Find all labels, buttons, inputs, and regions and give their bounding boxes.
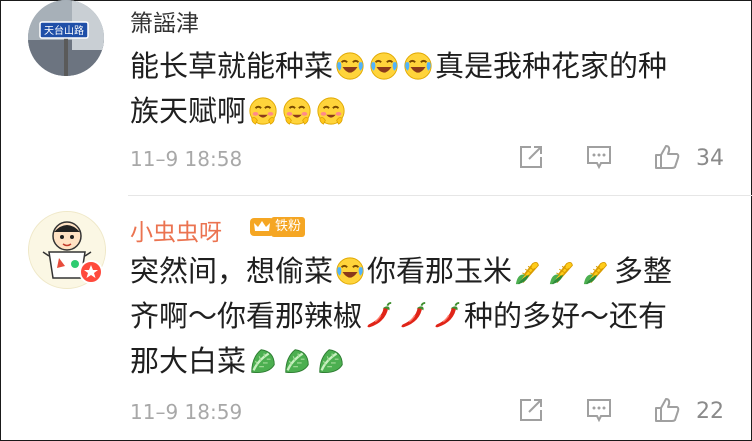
- laugh-cry-emoji: [403, 51, 433, 81]
- comment-text-segment: 能长草就能种菜: [130, 49, 334, 83]
- share-icon[interactable]: [517, 143, 545, 171]
- username[interactable]: 箫謡津: [130, 4, 199, 38]
- comment-line: 能长草就能种菜 真是我种花家的种: [130, 44, 730, 89]
- comment-text-segment: 那大白菜: [130, 344, 247, 378]
- verified-badge-icon: [79, 260, 103, 284]
- avatar[interactable]: 天台山路: [28, 0, 104, 76]
- comment-text-segment: 齐啊～你看那辣椒: [130, 299, 363, 333]
- corn-emoji: [514, 256, 544, 286]
- comment-text: 突然间，想偷菜 你看那玉米 多整 齐啊～你看那辣椒 种的多好～还有 那大白菜: [130, 249, 730, 384]
- share-icon[interactable]: [517, 396, 545, 424]
- laugh-cry-emoji: [369, 51, 399, 81]
- cabbage-emoji: [282, 346, 312, 376]
- corn-emoji: [582, 256, 612, 286]
- comment-text-segment: 突然间，想偷菜: [130, 254, 334, 288]
- comment-line: 突然间，想偷菜 你看那玉米 多整: [130, 249, 730, 294]
- laugh-cry-emoji: [335, 256, 365, 286]
- corn-emoji: [548, 256, 578, 286]
- reply-icon[interactable]: [585, 143, 613, 171]
- blush-emoji: [248, 96, 278, 126]
- comment-text: 能长草就能种菜 真是我种花家的种 族天赋啊: [130, 44, 730, 134]
- comment-text-segment: 真是我种花家的种: [435, 49, 668, 83]
- fan-badge-group[interactable]: 铁粉: [249, 214, 306, 240]
- comment-text-segment: 你看那玉米: [367, 254, 513, 288]
- like-count: 34: [696, 146, 724, 171]
- like-icon[interactable]: [653, 143, 681, 171]
- cabbage-emoji: [248, 346, 278, 376]
- comment-line: 齐啊～你看那辣椒 种的多好～还有: [130, 294, 730, 339]
- username[interactable]: 小虫虫呀: [130, 213, 222, 247]
- street-sign-photo-avatar: 天台山路: [28, 0, 104, 76]
- cabbage-emoji: [316, 346, 346, 376]
- fan-badge: 铁粉: [271, 217, 306, 237]
- comment-line: 那大白菜: [130, 339, 730, 384]
- laugh-cry-emoji: [335, 51, 365, 81]
- timestamp: 11–9 18:59: [130, 400, 243, 424]
- comment-item: 天台山路 箫謡津 能长草就能种菜 真是我种花家的种 族天赋啊 11–9 18:58…: [0, 0, 752, 196]
- like-icon[interactable]: [653, 396, 681, 424]
- reply-icon[interactable]: [585, 396, 613, 424]
- comment-divider: [128, 195, 752, 196]
- blush-emoji: [316, 96, 346, 126]
- timestamp: 11–9 18:58: [130, 147, 243, 171]
- blush-emoji: [282, 96, 312, 126]
- chili-emoji: [398, 301, 428, 331]
- chili-emoji: [364, 301, 394, 331]
- comment-text-segment: 多整: [614, 254, 673, 288]
- comment-text-segment: 种的多好～还有: [464, 299, 668, 333]
- comment-text-segment: 族天赋啊: [130, 94, 247, 128]
- avatar-sign-text: 天台山路: [44, 24, 84, 37]
- comment-line: 族天赋啊: [130, 89, 730, 134]
- chili-emoji: [432, 301, 462, 331]
- comment-item: 小虫虫呀 铁粉 突然间，想偷菜 你看那玉米 多整 齐啊～你看那辣椒 种的多好～还有 那…: [0, 197, 752, 441]
- like-count: 22: [696, 399, 724, 424]
